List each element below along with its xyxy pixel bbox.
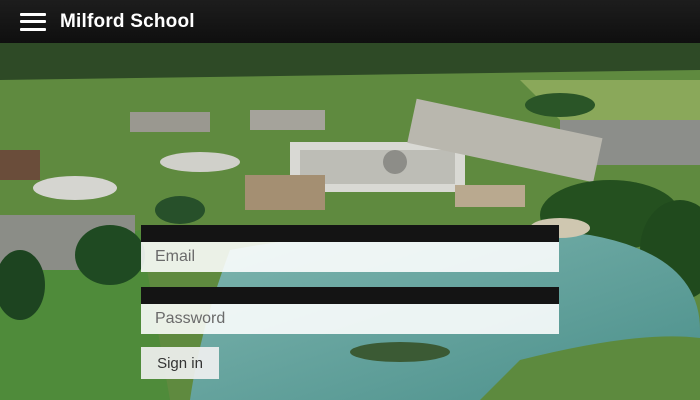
- campus-aerial-background: [0, 0, 700, 400]
- email-field[interactable]: [141, 242, 559, 272]
- hamburger-menu-icon[interactable]: [20, 12, 46, 31]
- password-field[interactable]: [141, 304, 559, 334]
- email-field-bar: [141, 225, 559, 242]
- school-title: Milford School: [60, 10, 195, 32]
- sign-in-button[interactable]: Sign in: [141, 347, 219, 379]
- password-field-bar: [141, 287, 559, 304]
- app-header: Milford School: [0, 0, 700, 43]
